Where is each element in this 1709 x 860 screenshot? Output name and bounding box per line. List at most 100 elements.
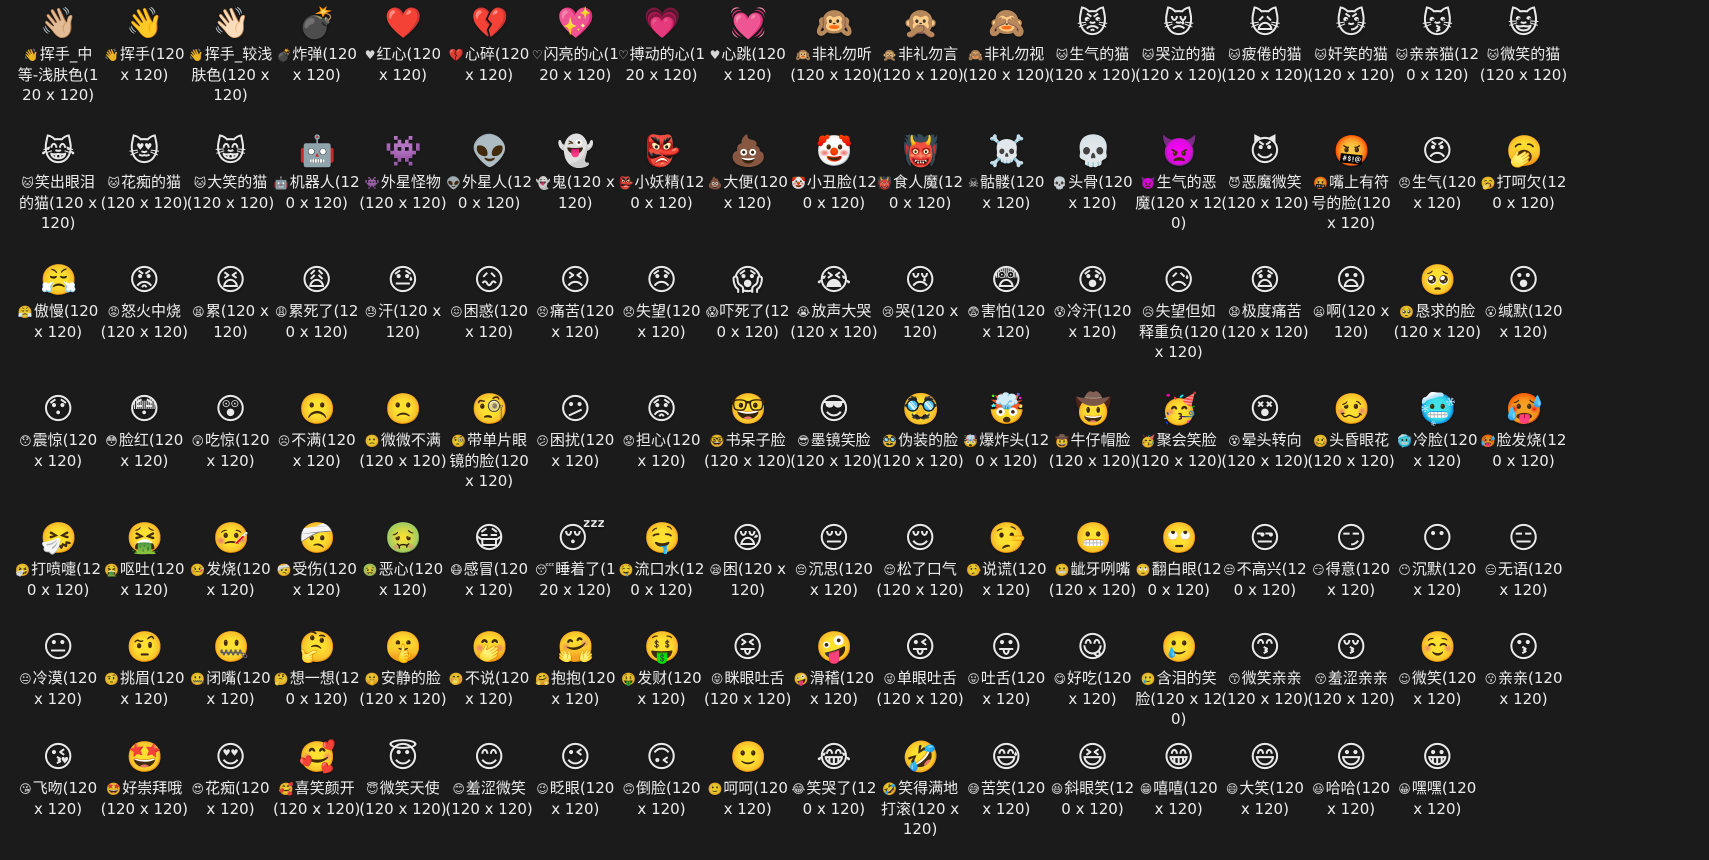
emoji-tile[interactable]: 🤪 🤪滑稽(120 x 120) xyxy=(787,624,881,749)
emoji-tile[interactable]: 🤬 🤬嘴上有符号的脸(120 x 120) xyxy=(1304,128,1398,253)
emoji-tile[interactable]: 😑 😑无语(120 x 120) xyxy=(1477,515,1571,640)
emoji-tile[interactable]: 🤩 🤩好崇拜哦(120 x 120) xyxy=(97,734,191,859)
emoji-tile[interactable]: 🥸 🥸伪装的脸(120 x 120) xyxy=(873,386,967,511)
emoji-tile[interactable]: 😞 😞失望(120 x 120) xyxy=(615,257,709,382)
emoji-tile[interactable]: 🤐 🤐闭嘴(120 x 120) xyxy=(184,624,278,749)
emoji-tile[interactable]: 👽 👽外星人(120 x 120) xyxy=(442,128,536,253)
emoji-tile[interactable]: 😚 😚羞涩亲亲(120 x 120) xyxy=(1304,624,1398,749)
emoji-tile[interactable]: ❤️ ♥红心(120 x 120) xyxy=(356,0,450,125)
emoji-tile[interactable]: 🙀 🐱疲倦的猫(120 x 120) xyxy=(1218,0,1312,125)
emoji-tile[interactable]: 😟 😟担心(120 x 120) xyxy=(615,386,709,511)
emoji-tile[interactable]: 🤭 🤭不说(120 x 120) xyxy=(442,624,536,749)
emoji-tile[interactable]: 😈 😈恶魔微笑(120 x 120) xyxy=(1218,128,1312,253)
emoji-tile[interactable]: ☹️ ☹不满(120 x 120) xyxy=(270,386,364,511)
emoji-tile[interactable]: 😉 😉眨眼(120 x 120) xyxy=(528,734,622,859)
emoji-tile[interactable]: 🤔 🤔想一想(120 x 120) xyxy=(270,624,364,749)
emoji-tile[interactable]: 😮 😮缄默(120 x 120) xyxy=(1477,257,1571,382)
emoji-tile[interactable]: 😐 😐冷漠(120 x 120) xyxy=(11,624,105,749)
emoji-tile[interactable]: 🥶 🥶冷脸(120 x 120) xyxy=(1390,386,1484,511)
emoji-tile[interactable]: 😤 😤傲慢(120 x 120) xyxy=(11,257,105,382)
emoji-tile[interactable]: 🙉 🙉非礼勿听(120 x 120) xyxy=(787,0,881,125)
emoji-tile[interactable]: 😿 🐱哭泣的猫(120 x 120) xyxy=(1132,0,1226,125)
emoji-tile[interactable]: 👋🏻 👋挥手_较浅肤色(120 x 120) xyxy=(184,0,278,125)
emoji-tile[interactable]: 💔 💔心碎(120 x 120) xyxy=(442,0,536,125)
emoji-tile[interactable]: 😅 😅苦笑(120 x 120) xyxy=(959,734,1053,859)
emoji-tile[interactable]: 🤕 🤕受伤(120 x 120) xyxy=(270,515,364,640)
emoji-tile[interactable]: 🙁 🙁微微不满(120 x 120) xyxy=(356,386,450,511)
emoji-tile[interactable]: 🤧 🤧打喷嚏(120 x 120) xyxy=(11,515,105,640)
emoji-tile[interactable]: 😗 😗亲亲(120 x 120) xyxy=(1477,624,1571,749)
emoji-tile[interactable]: 🥱 🥱打呵欠(120 x 120) xyxy=(1477,128,1571,253)
emoji-tile[interactable]: 😨 😨害怕(120 x 120) xyxy=(959,257,1053,382)
emoji-tile[interactable]: 🤤 🤤流口水(120 x 120) xyxy=(615,515,709,640)
emoji-tile[interactable]: 😖 😖困惑(120 x 120) xyxy=(442,257,536,382)
emoji-tile[interactable]: 😆 😆斜眼笑(120 x 120) xyxy=(1046,734,1140,859)
emoji-tile[interactable]: 😩 😩累死了(120 x 120) xyxy=(270,257,364,382)
emoji-tile[interactable]: 😇 😇微笑天使(120 x 120) xyxy=(356,734,450,859)
emoji-tile[interactable]: 😡 😡怒火中烧(120 x 120) xyxy=(97,257,191,382)
emoji-tile[interactable]: 💓 ♥心跳(120 x 120) xyxy=(701,0,795,125)
emoji-tile[interactable]: 🤣 🤣笑得满地打滚(120 x 120) xyxy=(873,734,967,859)
emoji-tile[interactable]: 😻 🐱花痴的猫(120 x 120) xyxy=(97,128,191,253)
emoji-tile[interactable]: 🙂 🙂呵呵(120 x 120) xyxy=(701,734,795,859)
emoji-tile[interactable]: 🤫 🤫安静的脸(120 x 120) xyxy=(356,624,450,749)
emoji-tile[interactable]: 🤓 🤓书呆子脸(120 x 120) xyxy=(701,386,795,511)
emoji-tile[interactable]: 😏 😏得意(120 x 120) xyxy=(1304,515,1398,640)
emoji-tile[interactable]: 😭 😭放声大哭(120 x 120) xyxy=(787,257,881,382)
emoji-tile[interactable]: 💀 💀头骨(120 x 120) xyxy=(1046,128,1140,253)
emoji-tile[interactable]: 💗 ♡搏动的心(120 x 120) xyxy=(615,0,709,125)
emoji-tile[interactable]: 👻 👻鬼(120 x 120) xyxy=(528,128,622,253)
emoji-tile[interactable]: 😯 😯震惊(120 x 120) xyxy=(11,386,105,511)
emoji-tile[interactable]: 😔 😔沉思(120 x 120) xyxy=(787,515,881,640)
emoji-tile[interactable]: 😺 🐱微笑的猫(120 x 120) xyxy=(1477,0,1571,125)
emoji-tile[interactable]: 😥 😥失望但如释重负(120 x 120) xyxy=(1132,257,1226,382)
emoji-tile[interactable]: 😷 😷感冒(120 x 120) xyxy=(442,515,536,640)
emoji-tile[interactable]: 👾 👾外星怪物(120 x 120) xyxy=(356,128,450,253)
emoji-tile[interactable]: 👹 👹食人魔(120 x 120) xyxy=(873,128,967,253)
emoji-tile[interactable]: 🤑 🤑发财(120 x 120) xyxy=(615,624,709,749)
emoji-tile[interactable]: 😦 😦啊(120 x 120) xyxy=(1304,257,1398,382)
emoji-tile[interactable]: 😬 😬龇牙咧嘴(120 x 120) xyxy=(1046,515,1140,640)
emoji-tile[interactable]: 😁 😁嘻嘻(120 x 120) xyxy=(1132,734,1226,859)
emoji-tile[interactable]: 🥴 🥴头昏眼花(120 x 120) xyxy=(1304,386,1398,511)
emoji-tile[interactable]: 😴 😴睡着了(120 x 120) xyxy=(528,515,622,640)
emoji-tile[interactable]: 🤡 🤡小丑脸(120 x 120) xyxy=(787,128,881,253)
emoji-tile[interactable]: 😹 🐱笑出眼泪的猫(120 x 120) xyxy=(11,128,105,253)
emoji-tile[interactable]: 😒 😒不高兴(120 x 120) xyxy=(1218,515,1312,640)
emoji-tile[interactable]: 🤢 🤢恶心(120 x 120) xyxy=(356,515,450,640)
emoji-tile[interactable]: 🥲 🥲含泪的笑脸(120 x 120) xyxy=(1132,624,1226,749)
emoji-tile[interactable]: 🙃 🙃倒脸(120 x 120) xyxy=(615,734,709,859)
emoji-tile[interactable]: 😾 🐱生气的猫(120 x 120) xyxy=(1046,0,1140,125)
emoji-tile[interactable]: 😋 😋好吃(120 x 120) xyxy=(1046,624,1140,749)
emoji-tile[interactable]: 🧐 🧐带单片眼镜的脸(120 x 120) xyxy=(442,386,536,511)
emoji-tile[interactable]: 🥺 🥺恳求的脸(120 x 120) xyxy=(1390,257,1484,382)
emoji-tile[interactable]: 🥰 🥰喜笑颜开(120 x 120) xyxy=(270,734,364,859)
emoji-tile[interactable]: 🤠 🤠牛仔帽脸(120 x 120) xyxy=(1046,386,1140,511)
emoji-tile[interactable]: 😘 😘飞吻(120 x 120) xyxy=(11,734,105,859)
emoji-tile[interactable]: 😎 😎墨镜笑脸(120 x 120) xyxy=(787,386,881,511)
emoji-tile[interactable]: 😄 😄大笑(120 x 120) xyxy=(1218,734,1312,859)
emoji-tile[interactable]: 🤮 🤮呕吐(120 x 120) xyxy=(97,515,191,640)
emoji-tile[interactable]: 👋🏼 👋挥手_中等-浅肤色(120 x 120) xyxy=(11,0,105,125)
emoji-tile[interactable]: 😰 😰冷汗(120 x 120) xyxy=(1046,257,1140,382)
emoji-tile[interactable]: 😣 😣痛苦(120 x 120) xyxy=(528,257,622,382)
emoji-tile[interactable]: 🙊 🙊非礼勿言(120 x 120) xyxy=(873,0,967,125)
emoji-tile[interactable]: 🥳 🥳聚会笑脸(120 x 120) xyxy=(1132,386,1226,511)
emoji-tile[interactable]: 😢 😢哭(120 x 120) xyxy=(873,257,967,382)
emoji-tile[interactable]: 😝 😝眯眼吐舌(120 x 120) xyxy=(701,624,795,749)
emoji-tile[interactable]: 👋 👋挥手(120 x 120) xyxy=(97,0,191,125)
emoji-tile[interactable]: 😍 😍花痴(120 x 120) xyxy=(184,734,278,859)
emoji-tile[interactable]: 🥵 🥵脸发烧(120 x 120) xyxy=(1477,386,1571,511)
emoji-tile[interactable]: 🤯 🤯爆炸头(120 x 120) xyxy=(959,386,1053,511)
emoji-tile[interactable]: 🤥 🤥说谎(120 x 120) xyxy=(959,515,1053,640)
emoji-tile[interactable]: 💩 💩大便(120 x 120) xyxy=(701,128,795,253)
emoji-tile[interactable]: 😌 😌松了口气(120 x 120) xyxy=(873,515,967,640)
emoji-tile[interactable]: 😙 😙微笑亲亲(120 x 120) xyxy=(1218,624,1312,749)
emoji-tile[interactable]: 😶 😶沉默(120 x 120) xyxy=(1390,515,1484,640)
emoji-tile[interactable]: 😓 😓汗(120 x 120) xyxy=(356,257,450,382)
emoji-tile[interactable]: ☺️ ☺微笑(120 x 120) xyxy=(1390,624,1484,749)
emoji-tile[interactable]: 😀 😀嘿嘿(120 x 120) xyxy=(1390,734,1484,859)
emoji-tile[interactable]: 😜 😜单眼吐舌(120 x 120) xyxy=(873,624,967,749)
emoji-tile[interactable]: 🙄 🙄翻白眼(120 x 120) xyxy=(1132,515,1226,640)
emoji-tile[interactable]: 😱 😱吓死了(120 x 120) xyxy=(701,257,795,382)
